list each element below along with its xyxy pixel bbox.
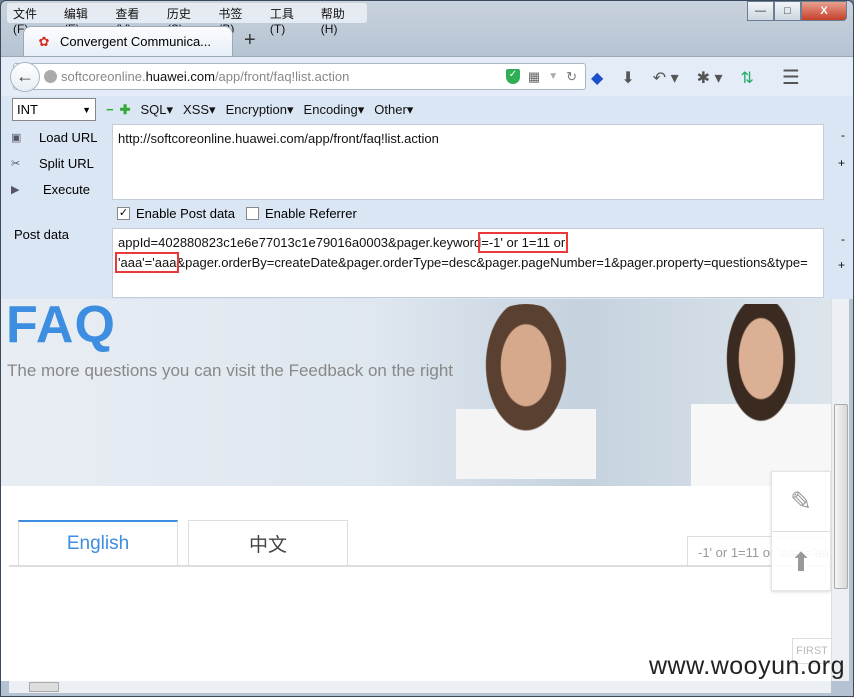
chevron-down-icon: ▼ bbox=[82, 104, 91, 115]
hackbar-panel: INT ▼ − ✚ SQL▾ XSS▾ Encryption▾ Encoding▾… bbox=[1, 96, 853, 299]
back-arrow-icon[interactable]: ← bbox=[10, 61, 40, 92]
close-button[interactable]: X bbox=[801, 1, 847, 21]
url-prefix: softcoreonline. bbox=[61, 69, 146, 84]
expand-post-button[interactable]: + bbox=[838, 258, 845, 272]
menu-encoding[interactable]: Encoding▾ bbox=[304, 102, 365, 118]
sync-icon[interactable]: ⇅ bbox=[741, 68, 754, 88]
horizontal-scrollbar[interactable] bbox=[9, 681, 831, 693]
banner-person-image bbox=[456, 304, 596, 479]
post-data-after: &pager.orderBy=createDate&pager.orderTyp… bbox=[176, 255, 808, 270]
post-data-before: appId=402880823c1e6e77013c1e79016a0003&p… bbox=[118, 235, 482, 250]
select-value: INT bbox=[17, 102, 38, 117]
browser-window: 文件(F) 编辑(E) 查看(V) 历史(S) 书签(B) 工具(T) 帮助(H… bbox=[0, 0, 854, 697]
menu-sql[interactable]: SQL▾ bbox=[141, 102, 174, 118]
url-bar[interactable]: ← softcoreonline.huawei.com/app/front/fa… bbox=[10, 61, 586, 92]
enable-post-checkbox[interactable]: ✓ Enable Post data bbox=[117, 206, 235, 221]
url-textarea[interactable]: http://softcoreonline.huawei.com/app/fro… bbox=[112, 124, 824, 200]
split-url-button[interactable]: ✂ Split URL bbox=[11, 156, 94, 171]
encoding-select[interactable]: INT ▼ bbox=[12, 98, 96, 121]
bug-icon[interactable]: ✱ ▾ bbox=[697, 68, 723, 88]
execute-label: Execute bbox=[43, 182, 90, 197]
split-url-label: Split URL bbox=[39, 156, 94, 171]
checkbox-checked-icon: ✓ bbox=[117, 207, 130, 220]
load-icon: ▣ bbox=[11, 131, 22, 144]
menu-edit[interactable]: 编辑(E) bbox=[58, 3, 110, 36]
menu-bar: 文件(F) 编辑(E) 查看(V) 历史(S) 书签(B) 工具(T) 帮助(H… bbox=[7, 3, 367, 36]
dropdown-arrow-icon[interactable]: ▼ bbox=[548, 71, 558, 82]
url-path: /app/front/faq!list.action bbox=[214, 69, 350, 84]
menu-history[interactable]: 历史(S) bbox=[161, 3, 213, 36]
menu-help[interactable]: 帮助(H) bbox=[315, 3, 367, 36]
extension-icon[interactable]: ◆ bbox=[591, 68, 603, 88]
expand-url-button[interactable]: + bbox=[838, 156, 845, 170]
tab-english[interactable]: English bbox=[18, 520, 178, 566]
floating-toolbar: ✎ ⬆ bbox=[771, 471, 831, 591]
menu-file[interactable]: 文件(F) bbox=[7, 3, 58, 36]
minimize-button[interactable]: — bbox=[747, 1, 774, 21]
shrink-post-button[interactable]: - bbox=[841, 232, 845, 246]
scroll-thumb[interactable] bbox=[834, 404, 848, 589]
globe-icon bbox=[44, 70, 57, 83]
window-controls: — □ X bbox=[747, 1, 847, 21]
url-domain: huawei.com bbox=[145, 69, 215, 84]
shield-check-icon[interactable]: ✓ bbox=[505, 69, 520, 84]
download-icon[interactable]: ⬇ bbox=[621, 68, 634, 88]
scissors-icon: ✂ bbox=[11, 157, 21, 170]
menu-xss[interactable]: XSS▾ bbox=[183, 102, 216, 118]
minus-icon[interactable]: − bbox=[106, 102, 114, 117]
undo-icon[interactable]: ↶ ▾ bbox=[653, 68, 679, 88]
vertical-scrollbar[interactable] bbox=[831, 299, 849, 681]
load-url-button[interactable]: ▣ Load URL bbox=[11, 130, 98, 145]
new-tab-button[interactable]: + bbox=[244, 29, 256, 52]
post-data-textarea[interactable]: appId=402880823c1e6e77013c1e79016a0003&p… bbox=[112, 228, 824, 298]
menu-tools[interactable]: 工具(T) bbox=[264, 3, 315, 36]
menu-encryption[interactable]: Encryption▾ bbox=[226, 102, 294, 118]
scroll-thumb[interactable] bbox=[29, 682, 59, 692]
tab-chinese[interactable]: 中文 bbox=[188, 520, 348, 566]
tab-title: Convergent Communica... bbox=[60, 34, 212, 49]
post-data-label: Post data bbox=[14, 227, 69, 242]
maximize-button[interactable]: □ bbox=[774, 1, 801, 21]
back-to-top-icon[interactable]: ⬆ bbox=[772, 532, 830, 592]
banner-person-image bbox=[691, 304, 831, 486]
play-icon: ▶ bbox=[11, 183, 20, 196]
feedback-edit-icon[interactable]: ✎ bbox=[772, 472, 830, 532]
menu-view[interactable]: 查看(V) bbox=[109, 3, 161, 36]
load-url-label: Load URL bbox=[39, 130, 98, 145]
browser-tab[interactable]: ✿ Convergent Communica... bbox=[23, 26, 233, 56]
execute-button[interactable]: ▶ Execute bbox=[11, 182, 90, 197]
navigation-bar: ← softcoreonline.huawei.com/app/front/fa… bbox=[1, 56, 853, 96]
reload-icon[interactable]: ↻ bbox=[566, 69, 577, 85]
huawei-logo-icon: ✿ bbox=[38, 33, 50, 49]
plus-icon[interactable]: ✚ bbox=[120, 102, 131, 118]
checkbox-unchecked-icon bbox=[246, 207, 259, 220]
hamburger-menu-icon[interactable]: ☰ bbox=[782, 65, 800, 90]
watermark: www.wooyun.org bbox=[649, 652, 845, 680]
menu-other[interactable]: Other▾ bbox=[374, 102, 413, 118]
enable-referrer-checkbox[interactable]: Enable Referrer bbox=[246, 206, 357, 221]
page-content: FAQ The more questions you can visit the… bbox=[1, 299, 831, 681]
enable-post-label: Enable Post data bbox=[136, 206, 236, 221]
faq-subtitle: The more questions you can visit the Fee… bbox=[7, 361, 454, 380]
enable-referrer-label: Enable Referrer bbox=[265, 206, 357, 221]
faq-banner: FAQ The more questions you can visit the… bbox=[1, 299, 831, 486]
qr-code-icon[interactable]: ▦ bbox=[528, 69, 540, 85]
faq-title: FAQ bbox=[6, 299, 116, 354]
menu-bookmarks[interactable]: 书签(B) bbox=[212, 3, 264, 36]
shrink-url-button[interactable]: - bbox=[841, 128, 845, 142]
